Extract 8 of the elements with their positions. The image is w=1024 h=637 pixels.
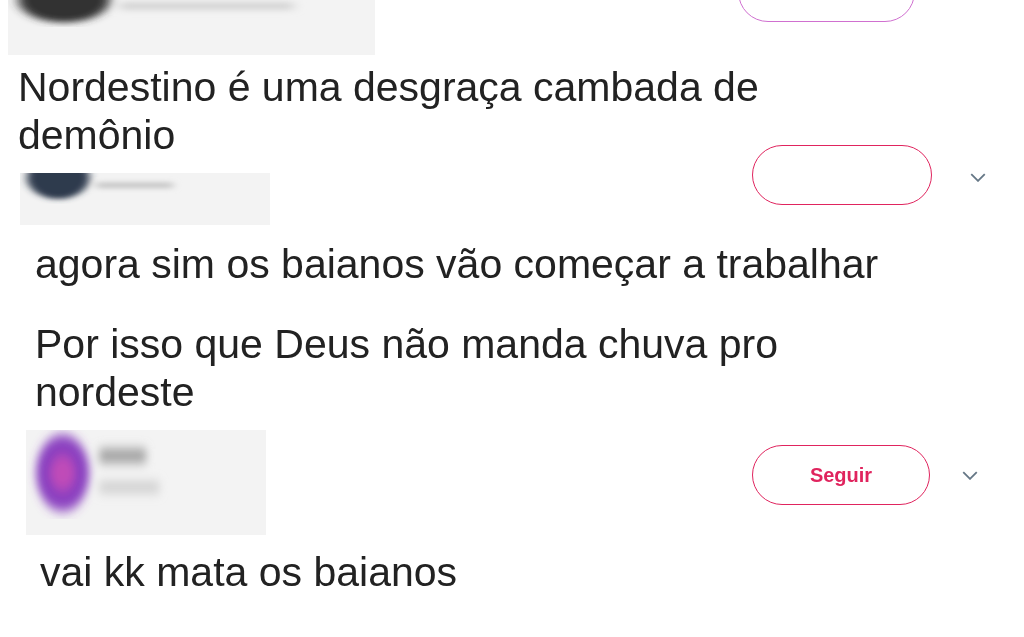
tweet-text: Nordestino é uma desgraça cambada de demônio bbox=[17, 63, 760, 159]
tweet-text: vai kk mata os baianos bbox=[39, 548, 459, 596]
follow-button[interactable] bbox=[752, 145, 932, 205]
follow-button[interactable]: Seguir bbox=[752, 445, 930, 505]
tweet-text: Por isso que Deus não manda chuva pro nordeste bbox=[34, 320, 779, 416]
tweet-text: agora sim os baianos vão começar a trabalhar bbox=[34, 240, 880, 288]
chevron-icon[interactable] bbox=[970, 173, 986, 182]
chevron-icon[interactable] bbox=[962, 471, 978, 480]
